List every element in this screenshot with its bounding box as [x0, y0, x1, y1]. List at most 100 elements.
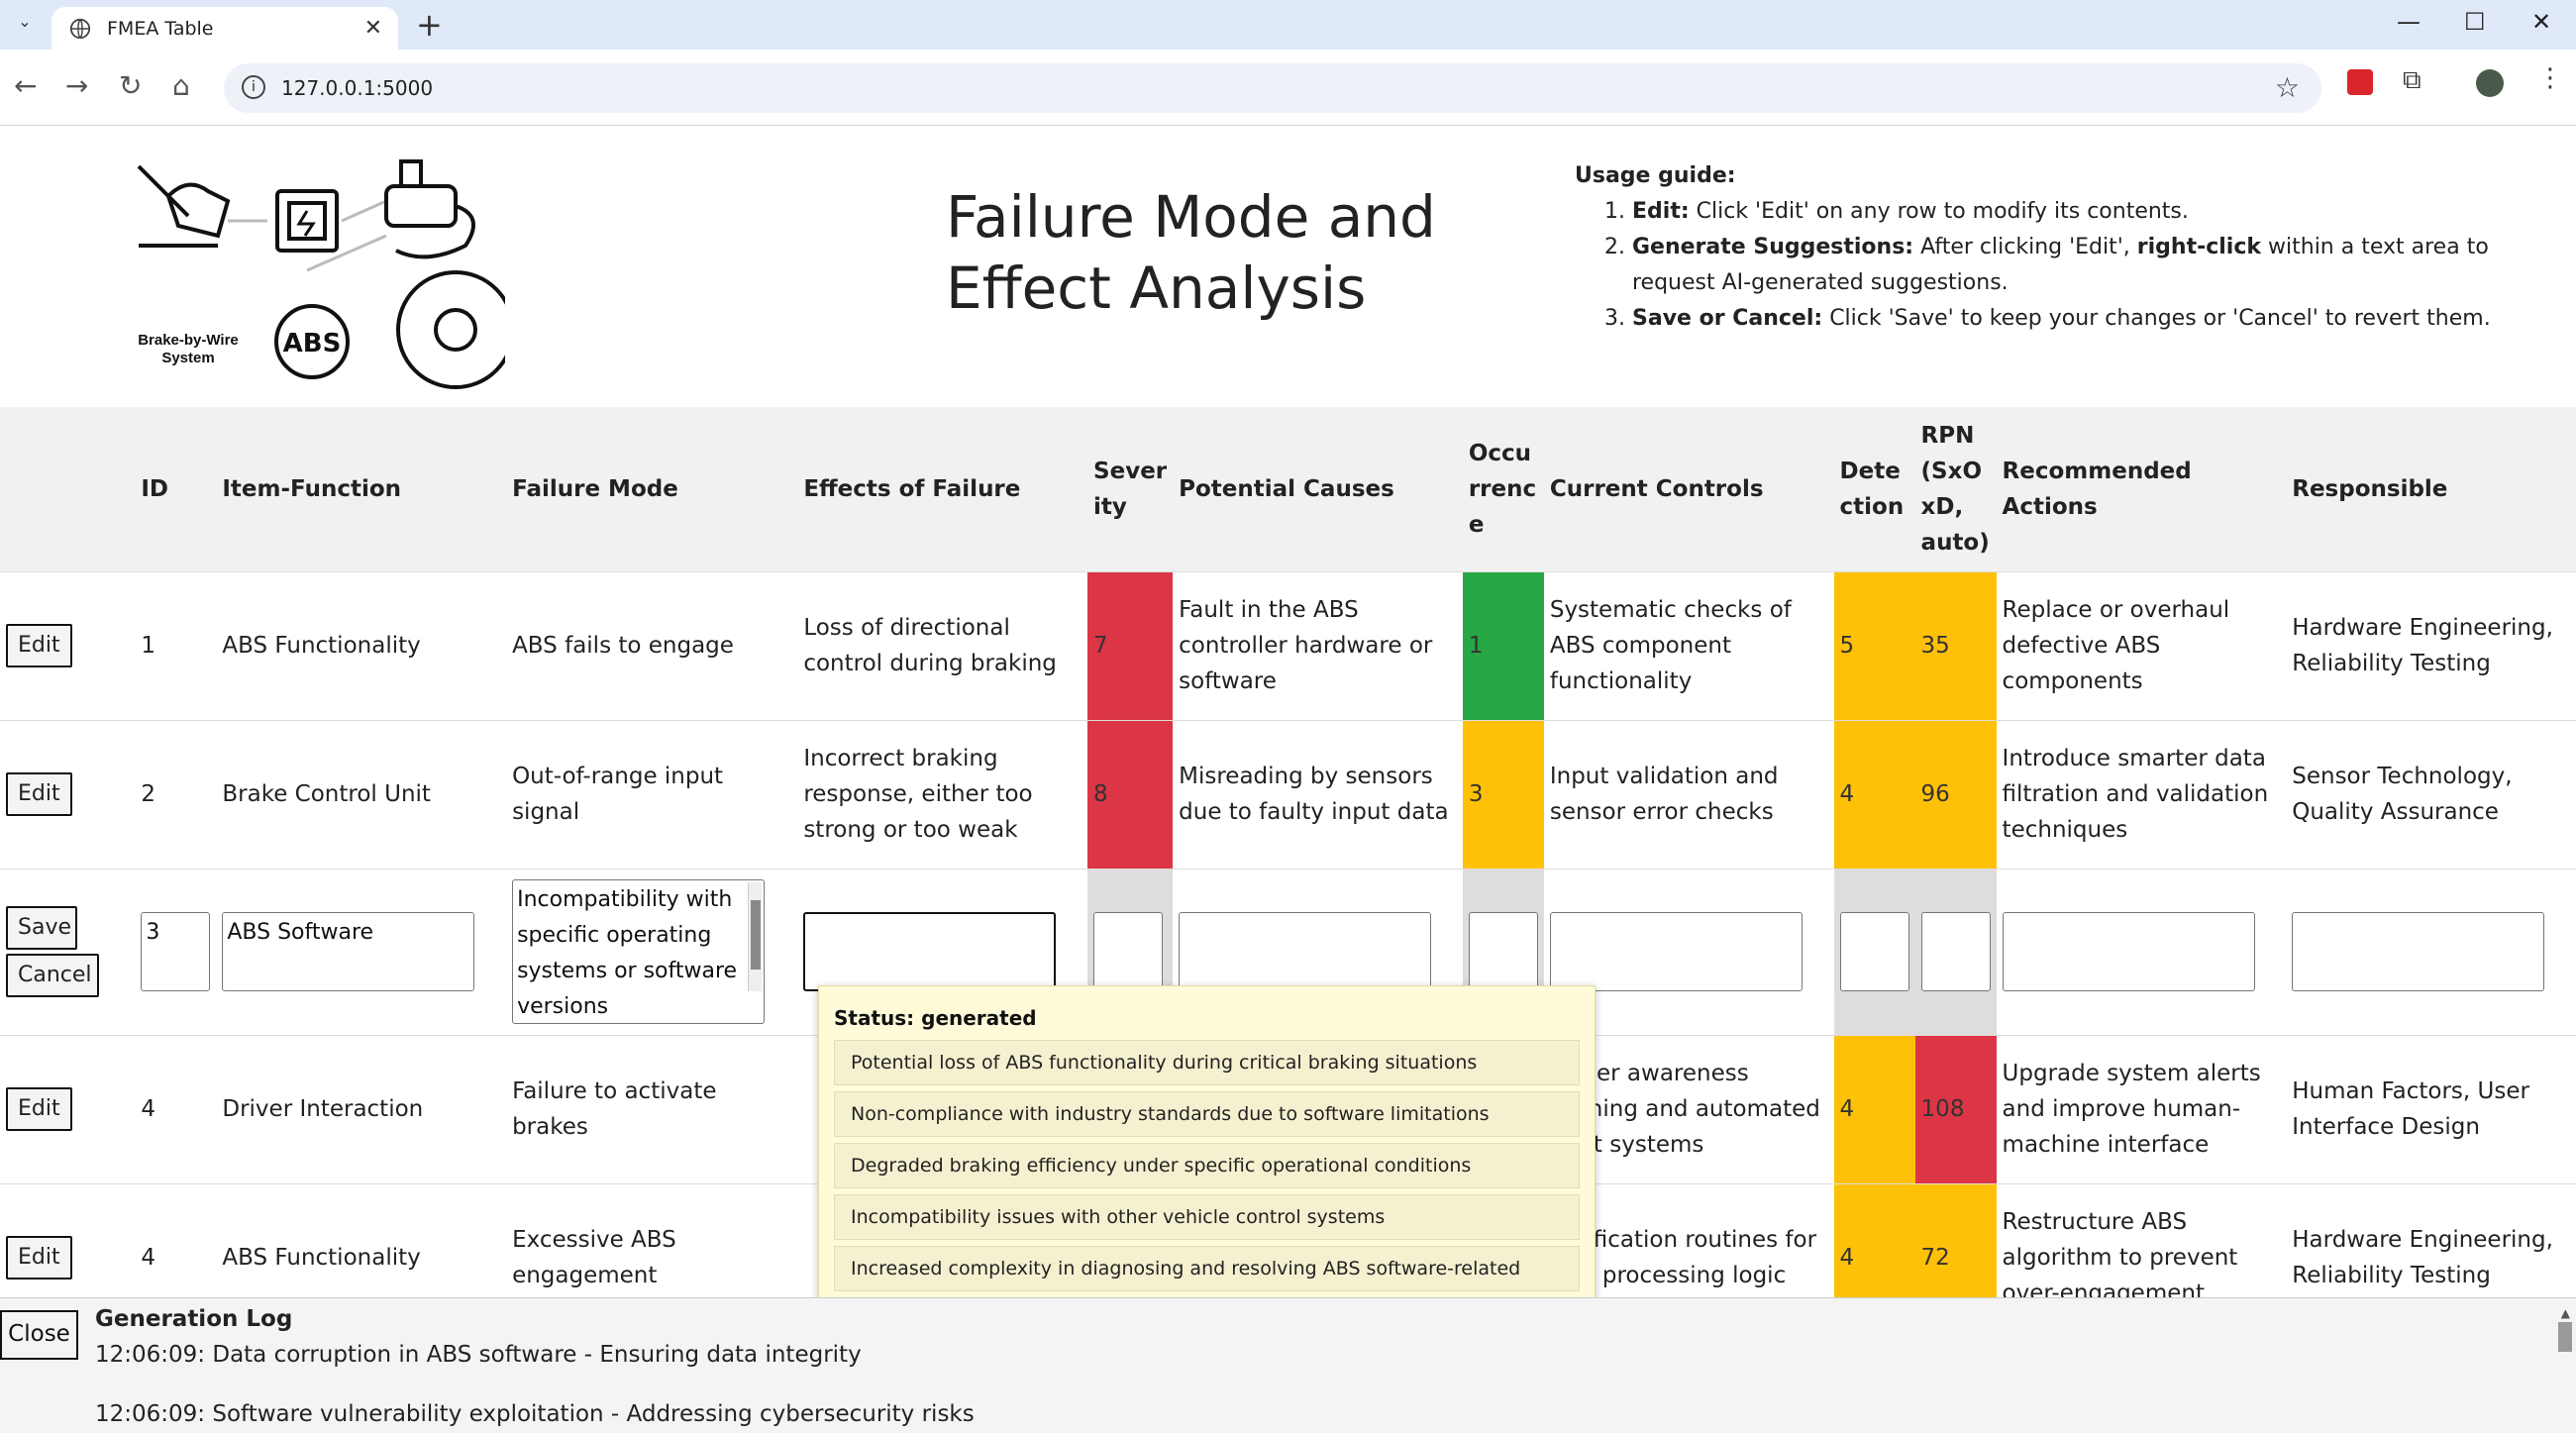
profile-avatar[interactable] [2476, 69, 2504, 97]
cell-rpn: 96 [1914, 720, 1997, 869]
abs-logo-text: ABS [283, 329, 342, 358]
cell-actions: Introduce smarter data filtration and va… [2002, 746, 2269, 843]
cell-occurrence: 3 [1462, 720, 1544, 869]
generation-log-panel: Close Generation Log 12:06:09: Data corr… [0, 1297, 2576, 1433]
header-rpn: RPN (SxO xD, auto) [1920, 422, 1990, 556]
suggestion-item[interactable]: Degraded braking efficiency under specif… [834, 1143, 1580, 1188]
globe-icon [69, 18, 91, 39]
save-button[interactable]: Save [6, 906, 77, 950]
responsible-textarea[interactable] [2292, 912, 2545, 991]
cancel-button[interactable]: Cancel [6, 954, 99, 997]
failure-mode-textarea[interactable]: Incompatibility with specific operating … [512, 879, 766, 1024]
edit-button[interactable]: Edit [6, 1236, 72, 1280]
browser-tab-bar: ⌄ FMEA Table ✕ + — ☐ ✕ [0, 0, 2576, 50]
edit-button[interactable]: Edit [6, 1087, 72, 1131]
edit-button[interactable]: Edit [6, 624, 72, 667]
close-tab-icon[interactable]: ✕ [364, 16, 382, 41]
guide-item-edit: Edit: Click 'Edit' on any row to modify … [1632, 194, 2516, 230]
cell-rpn: 35 [1914, 571, 1997, 720]
usage-guide: Usage guide: Edit: Click 'Edit' on any r… [1575, 158, 2516, 337]
cell-failure-mode: Excessive ABS engagement [512, 1227, 676, 1289]
log-entry: 12:06:09: Data corruption in ABS softwar… [95, 1342, 862, 1368]
cell-actions: Replace or overhaul defective ABS compon… [2002, 597, 2230, 694]
cell-item: Driver Interaction [222, 1096, 424, 1122]
header-detection: Dete ction [1839, 458, 1905, 520]
suggestion-item[interactable]: Incompatibility issues with other vehicl… [834, 1194, 1580, 1240]
cell-failure-mode: Failure to activate brakes [512, 1078, 717, 1140]
item-function-textarea[interactable]: ABS Software [222, 912, 475, 991]
minimize-icon[interactable]: — [2397, 8, 2421, 36]
reload-icon[interactable]: ↻ [119, 69, 142, 102]
browser-toolbar: ← → ↻ ⌂ i 127.0.0.1:5000 ☆ ⧉ ⋮ [0, 50, 2576, 126]
cell-item: ABS Functionality [222, 1245, 421, 1272]
id-input[interactable]: 3 [141, 912, 211, 991]
extension-icon[interactable] [2347, 69, 2373, 95]
tab-search-icon[interactable]: ⌄ [14, 12, 36, 34]
cell-effects: Incorrect braking response, either too s… [803, 746, 1033, 843]
forward-icon[interactable]: → [65, 69, 88, 102]
header-effects: Effects of Failure [803, 475, 1021, 502]
cell-id: 4 [141, 1096, 156, 1122]
table-header-row: ID Item-Function Failure Mode Effects of… [0, 407, 2576, 571]
home-icon[interactable]: ⌂ [172, 69, 190, 102]
cell-responsible: Hardware Engineering, Reliability Testin… [2292, 615, 2553, 676]
scroll-up-arrow-icon[interactable]: ▲ [2561, 1306, 2570, 1320]
generation-log-title: Generation Log [95, 1306, 293, 1332]
cell-item: Brake Control Unit [222, 781, 431, 807]
guide-item-generate: Generate Suggestions: After clicking 'Ed… [1632, 230, 2516, 301]
severity-input[interactable] [1093, 912, 1164, 991]
suggestion-item[interactable]: Increased complexity in diagnosing and r… [834, 1246, 1580, 1323]
cell-failure-mode: ABS fails to engage [512, 633, 734, 659]
cell-effects: Loss of directional control during braki… [803, 615, 1057, 676]
suggestions-popup: Status: generated Potential loss of ABS … [818, 985, 1596, 1323]
logo-caption-line2: System [161, 350, 214, 366]
guide-item-save-cancel: Save or Cancel: Click 'Save' to keep you… [1632, 301, 2516, 337]
rpn-input[interactable] [1920, 912, 1991, 991]
brake-by-wire-logo: ABS Brake-by-Wire System [137, 159, 505, 389]
logo-caption-line1: Brake-by-Wire [138, 332, 239, 349]
actions-textarea[interactable] [2002, 912, 2255, 991]
address-bar[interactable]: i 127.0.0.1:5000 ☆ [224, 63, 2321, 113]
page-header: ABS Brake-by-Wire System Failure Mode an… [0, 127, 2576, 407]
suggestion-item[interactable]: Potential loss of ABS functionality duri… [834, 1040, 1580, 1085]
page-title-line2: Effect Analysis [946, 255, 1367, 322]
cell-detection: 5 [1833, 571, 1915, 720]
cell-id: 2 [141, 781, 156, 807]
header-id: ID [141, 475, 169, 502]
back-icon[interactable]: ← [14, 69, 37, 102]
bookmark-star-icon[interactable]: ☆ [2275, 71, 2300, 104]
table-row: Edit 1 ABS Functionality ABS fails to en… [0, 571, 2576, 720]
table-row: Edit 2 Brake Control Unit Out-of-range i… [0, 720, 2576, 869]
url-text: 127.0.0.1:5000 [281, 76, 434, 100]
causes-textarea[interactable] [1179, 912, 1432, 991]
occurrence-input[interactable] [1468, 912, 1538, 991]
menu-kebab-icon[interactable]: ⋮ [2537, 63, 2563, 93]
cell-failure-mode: Out-of-range input signal [512, 764, 724, 825]
edit-button[interactable]: Edit [6, 772, 72, 816]
scrollbar[interactable] [748, 882, 763, 991]
cell-responsible: Sensor Technology, Quality Assurance [2292, 764, 2513, 825]
detection-input[interactable] [1839, 912, 1909, 991]
new-tab-icon[interactable]: + [416, 6, 443, 44]
header-severity: Sever ity [1093, 458, 1168, 520]
header-responsible: Responsible [2292, 475, 2448, 502]
cell-controls: Input validation and sensor error checks [1549, 764, 1779, 825]
browser-tab[interactable]: FMEA Table ✕ [52, 7, 398, 50]
close-window-icon[interactable]: ✕ [2531, 8, 2551, 36]
close-log-button[interactable]: Close [0, 1310, 78, 1360]
cell-detection: 4 [1833, 1183, 1915, 1298]
log-scrollbar-thumb[interactable] [2558, 1322, 2572, 1352]
header-controls: Current Controls [1549, 475, 1764, 502]
site-info-icon[interactable]: i [242, 75, 265, 99]
header-causes: Potential Causes [1179, 475, 1394, 502]
extensions-puzzle-icon[interactable]: ⧉ [2403, 65, 2421, 96]
effects-textarea[interactable] [803, 912, 1057, 991]
header-failure-mode: Failure Mode [512, 475, 678, 502]
suggestion-item[interactable]: Non-compliance with industry standards d… [834, 1091, 1580, 1137]
maximize-icon[interactable]: ☐ [2464, 8, 2486, 36]
cell-responsible: Human Factors, User Interface Design [2292, 1078, 2529, 1140]
controls-textarea[interactable] [1549, 912, 1803, 991]
cell-id: 1 [141, 633, 156, 659]
page-title: Failure Mode and Effect Analysis [946, 181, 1540, 324]
cell-severity: 7 [1087, 571, 1174, 720]
